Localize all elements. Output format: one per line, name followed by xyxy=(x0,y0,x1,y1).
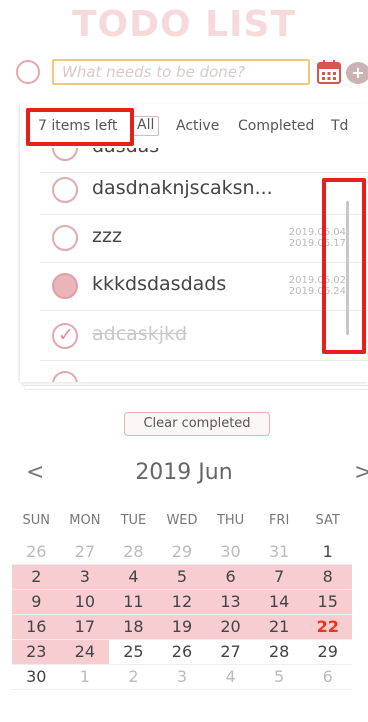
next-month-button[interactable]: > xyxy=(354,460,368,485)
filter-bar: 7 items left All Active Completed Td xyxy=(20,104,368,148)
filter-todo[interactable]: Td xyxy=(331,118,348,134)
calendar-day[interactable]: 29 xyxy=(303,640,352,665)
calendar-day[interactable]: 23 xyxy=(12,640,61,665)
toggle-all-checkbox[interactable] xyxy=(16,60,40,84)
prev-month-button[interactable]: < xyxy=(26,460,44,485)
calendar-day[interactable]: 28 xyxy=(254,640,304,665)
calendar-day[interactable]: 6 xyxy=(303,665,352,690)
calendar-day[interactable]: 3 xyxy=(60,565,110,590)
calendar-day[interactable]: 11 xyxy=(109,590,158,615)
weekday-label: WED xyxy=(166,513,198,528)
weekday-label: TUE xyxy=(120,513,147,528)
todo-panel: dasdas dasdnaknjscaksn... zzz 2019.06.04… xyxy=(20,104,368,382)
weekday-label: THU xyxy=(216,513,245,528)
filter-all[interactable]: All xyxy=(132,116,160,136)
calendar-day[interactable]: 29 xyxy=(157,540,207,565)
todo-checkbox[interactable] xyxy=(52,371,78,382)
calendar-day[interactable]: 12 xyxy=(157,590,207,615)
app-title: TODO LIST xyxy=(72,4,296,45)
todo-label[interactable]: adcaskjkd xyxy=(92,323,187,345)
calendar-day[interactable]: 3 xyxy=(157,665,207,690)
calendar-day[interactable]: 9 xyxy=(12,590,61,615)
filter-completed[interactable]: Completed xyxy=(238,118,314,134)
weekday-label: FRI xyxy=(268,513,290,528)
calendar-day[interactable]: 1 xyxy=(60,665,110,690)
todo-label[interactable]: kkkdsdasdads xyxy=(92,273,226,295)
calendar-header: 2019 Jun < > xyxy=(0,460,368,490)
calendar-day[interactable]: 26 xyxy=(12,540,61,565)
todo-item: adcaskjkd xyxy=(40,312,368,361)
todo-checkbox-checked[interactable] xyxy=(52,323,78,349)
calendar-day[interactable]: 10 xyxy=(60,590,110,615)
calendar-day[interactable]: 1 xyxy=(303,540,352,565)
calendar-day[interactable]: 5 xyxy=(254,665,304,690)
calendar-icon[interactable] xyxy=(317,59,341,85)
calendar-day[interactable]: 25 xyxy=(109,640,158,665)
weekday-label: SAT xyxy=(315,513,340,528)
todo-item: dasdnaknjscaksn... xyxy=(40,166,368,215)
todo-item-partial xyxy=(40,360,368,382)
calendar-day[interactable]: 13 xyxy=(206,590,255,615)
todo-label[interactable]: zzz xyxy=(92,225,122,247)
new-todo-input[interactable] xyxy=(52,59,310,85)
calendar-day[interactable]: 8 xyxy=(303,565,352,590)
calendar-grid: 26 27 28 29 30 31 1 2 3 4 5 6 7 8 9 10 11 12 13 14 15 16 17 18 1… xyxy=(12,540,352,722)
todo-checkbox[interactable] xyxy=(52,273,78,299)
todo-item: zzz 2019.06.04 2019.06.17 xyxy=(40,214,368,263)
calendar-day-today[interactable]: 22 xyxy=(303,615,352,640)
new-todo-row: + xyxy=(16,58,368,88)
calendar-day[interactable]: 28 xyxy=(109,540,158,565)
calendar-day[interactable]: 30 xyxy=(206,540,255,565)
calendar-day[interactable]: 20 xyxy=(206,615,255,640)
calendar-day[interactable]: 2 xyxy=(12,565,61,590)
calendar-day[interactable]: 30 xyxy=(12,665,61,690)
calendar-day[interactable]: 21 xyxy=(254,615,304,640)
calendar-day[interactable]: 19 xyxy=(157,615,207,640)
calendar-day[interactable]: 27 xyxy=(60,540,110,565)
calendar-day[interactable]: 6 xyxy=(206,565,255,590)
clear-completed-button[interactable]: Clear completed xyxy=(124,412,270,436)
calendar-month-label: 2019 Jun xyxy=(135,460,233,485)
todo-label[interactable]: dasdnaknjscaksn... xyxy=(92,177,273,199)
scrollbar-highlight-box xyxy=(322,178,366,354)
todo-checkbox[interactable] xyxy=(52,225,78,251)
calendar-day[interactable]: 5 xyxy=(157,565,207,590)
filter-active[interactable]: Active xyxy=(176,118,219,134)
calendar-day[interactable]: 2 xyxy=(109,665,158,690)
calendar-weekdays: SUN MON TUE WED THU FRI SAT xyxy=(12,513,352,533)
calendar-day[interactable]: 27 xyxy=(206,640,255,665)
panel-stack-edge xyxy=(24,386,368,390)
calendar-day[interactable]: 4 xyxy=(206,665,255,690)
add-icon[interactable]: + xyxy=(346,62,368,84)
todo-item: kkkdsdasdads 2019.06.02 2019.06.24 xyxy=(40,262,368,311)
calendar-day[interactable]: 7 xyxy=(254,565,304,590)
calendar-day[interactable]: 26 xyxy=(157,640,207,665)
calendar-day[interactable]: 31 xyxy=(254,540,304,565)
calendar-day[interactable]: 4 xyxy=(109,565,158,590)
items-left-highlight-box xyxy=(26,108,134,146)
calendar-day[interactable]: 14 xyxy=(254,590,304,615)
calendar-day[interactable]: 17 xyxy=(60,615,110,640)
calendar-day[interactable]: 24 xyxy=(60,640,110,665)
calendar-day[interactable]: 18 xyxy=(109,615,158,640)
weekday-label: SUN xyxy=(22,513,51,528)
calendar-day[interactable]: 16 xyxy=(12,615,61,640)
todo-checkbox[interactable] xyxy=(52,177,78,203)
calendar-day[interactable]: 15 xyxy=(303,590,352,615)
weekday-label: MON xyxy=(69,513,101,528)
list-scrollbar[interactable] xyxy=(346,201,349,335)
